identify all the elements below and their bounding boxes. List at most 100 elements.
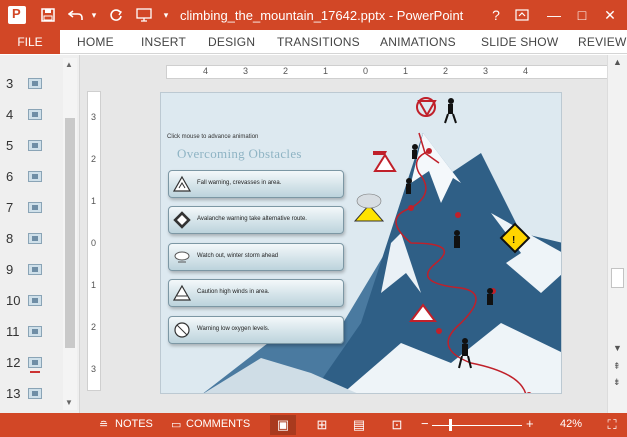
- obstacle-card-avalanche-warning[interactable]: Avalanche warning take alternative route…: [168, 206, 344, 234]
- zoom-slider[interactable]: [432, 425, 522, 426]
- help-button[interactable]: ?: [486, 5, 506, 25]
- next-slide-icon[interactable]: ⇟: [613, 377, 621, 388]
- slide-canvas[interactable]: ! Click mouse to advance animation Overc…: [160, 92, 562, 394]
- fit-slide-to-window-icon[interactable]: ⛶: [599, 415, 625, 435]
- slide-thumbnail[interactable]: 11: [0, 320, 62, 346]
- slide-preview-icon: [28, 140, 42, 151]
- status-bar: ≘ NOTES ▭ COMMENTS ▣ ⊞ ▤ ⊡ − + 42% ⛶: [0, 413, 627, 437]
- slide-thumbnail[interactable]: 9: [0, 258, 62, 284]
- slide-preview-icon: [28, 388, 42, 399]
- vertical-ruler: 3 2 1 0 1 2 3: [87, 91, 101, 391]
- slide-number: 11: [6, 324, 20, 339]
- tab-slide-show[interactable]: SLIDE SHOW: [481, 35, 558, 49]
- slide-preview-icon: [28, 264, 42, 275]
- ruler-label: 1: [91, 196, 97, 206]
- ruler-label: 2: [91, 322, 97, 332]
- slide-thumbnail[interactable]: 3: [0, 72, 62, 98]
- slide-thumbnail[interactable]: 12: [0, 351, 62, 377]
- comments-button[interactable]: COMMENTS: [186, 418, 250, 430]
- undo-icon[interactable]: [66, 5, 86, 25]
- thumbnail-scroll-thumb[interactable]: [65, 118, 75, 348]
- fall-warning-icon: [173, 175, 191, 192]
- comments-icon[interactable]: ▭: [171, 418, 181, 431]
- slide-thumbnail[interactable]: 7: [0, 196, 62, 222]
- tab-review[interactable]: REVIEW: [578, 35, 627, 49]
- obstacle-card-winter-storm[interactable]: Watch out, winter storm ahead: [168, 243, 344, 271]
- zoom-in-button[interactable]: +: [526, 416, 534, 431]
- horizontal-ruler: 4 3 2 1 0 1 2 3 4: [166, 65, 626, 79]
- tab-animations[interactable]: ANIMATIONS: [380, 35, 456, 49]
- slide-preview-icon: [28, 233, 42, 244]
- zoom-slider-thumb[interactable]: [449, 419, 452, 431]
- window-title: climbing_the_mountain_17642.pptx - Power…: [180, 8, 464, 23]
- close-button[interactable]: ✕: [600, 5, 620, 25]
- tab-home[interactable]: HOME: [77, 35, 114, 49]
- ruler-label: 0: [91, 238, 97, 248]
- slide-preview-icon: [28, 326, 42, 337]
- slide-number: 10: [6, 293, 21, 308]
- editor-scroll-thumb[interactable]: [611, 268, 624, 288]
- presentation-from-start-icon[interactable]: [134, 5, 154, 25]
- zoom-out-button[interactable]: −: [421, 416, 429, 431]
- obstacle-label: Warning low oxygen levels.: [197, 326, 270, 332]
- slide-hint: Click mouse to advance animation: [167, 134, 259, 140]
- obstacle-card-high-winds[interactable]: Caution high winds in area.: [168, 279, 344, 307]
- slide-preview-icon: [28, 109, 42, 120]
- save-icon[interactable]: [38, 5, 58, 25]
- scroll-up-icon[interactable]: ▲: [65, 60, 73, 69]
- slide-sorter-view-button[interactable]: ⊞: [309, 415, 335, 435]
- normal-view-button[interactable]: ▣: [270, 415, 296, 435]
- slide-number: 6: [6, 169, 14, 184]
- ruler-label: 3: [243, 66, 249, 76]
- tab-transitions[interactable]: TRANSITIONS: [277, 35, 360, 49]
- notes-icon[interactable]: ≘: [99, 418, 108, 431]
- slide-number: 5: [6, 138, 14, 153]
- slide-editor: 4 3 2 1 0 1 2 3 4 3 2 1 0 1 2 3 ! Click …: [81, 55, 626, 413]
- undo-dropdown-icon[interactable]: ▾: [84, 5, 104, 25]
- tab-insert[interactable]: INSERT: [141, 35, 186, 49]
- slide-thumbnail[interactable]: 6: [0, 165, 62, 191]
- thumbnail-scrollbar[interactable]: ▲ ▼: [63, 58, 77, 410]
- slide-number: 7: [6, 200, 14, 215]
- slide-thumbnail[interactable]: 10: [0, 289, 62, 315]
- ruler-label: 1: [323, 66, 329, 76]
- notes-button[interactable]: NOTES: [115, 418, 153, 430]
- ribbon-display-options-icon[interactable]: [512, 5, 532, 25]
- editor-scrollbar[interactable]: ▲ ▼ ⇞ ⇟: [607, 55, 627, 413]
- minimize-button[interactable]: —: [544, 5, 564, 25]
- title-bar: ▾ ▾ climbing_the_mountain_17642.pptx - P…: [0, 0, 627, 30]
- work-area: 3 4 5 6 7 8 9 10 11 12 13 ▲ ▼ 4 3 2 1 0: [0, 55, 627, 413]
- slide-number: 8: [6, 231, 14, 246]
- oxygen-warning-icon: [174, 322, 190, 338]
- maximize-button[interactable]: □: [572, 5, 592, 25]
- ruler-label: 2: [91, 154, 97, 164]
- slide-thumbnail[interactable]: 5: [0, 134, 62, 160]
- redo-icon[interactable]: [106, 5, 126, 25]
- ruler-label: 2: [443, 66, 449, 76]
- scroll-up-icon[interactable]: ▲: [613, 57, 622, 67]
- zoom-level[interactable]: 42%: [560, 418, 582, 430]
- tab-design[interactable]: DESIGN: [208, 35, 255, 49]
- slide-thumbnail[interactable]: 4: [0, 103, 62, 129]
- customize-toolbar-icon[interactable]: ▾: [156, 5, 176, 25]
- obstacle-card-low-oxygen[interactable]: Warning low oxygen levels.: [168, 316, 344, 344]
- obstacle-card-fall-warning[interactable]: Fall warning, crevasses in area.: [168, 170, 344, 198]
- storm-cloud-icon: [174, 251, 190, 263]
- slide-show-view-button[interactable]: ⊡: [384, 415, 410, 435]
- slide-thumbnail[interactable]: 13: [0, 382, 62, 408]
- reading-view-button[interactable]: ▤: [346, 415, 372, 435]
- slide-preview-icon: [28, 202, 42, 213]
- ruler-label: 3: [483, 66, 489, 76]
- slide-preview-icon: [28, 78, 42, 89]
- slide-thumbnail[interactable]: 8: [0, 227, 62, 253]
- ruler-label: 4: [523, 66, 529, 76]
- tab-file[interactable]: FILE: [0, 30, 60, 54]
- scroll-down-icon[interactable]: ▼: [65, 398, 73, 407]
- ruler-label: 1: [91, 280, 97, 290]
- obstacle-label: Avalanche warning take alternative route…: [197, 216, 307, 222]
- animation-marker-icon: [30, 371, 40, 373]
- scroll-down-icon[interactable]: ▼: [613, 343, 622, 353]
- slide-preview-icon: [28, 295, 42, 306]
- previous-slide-icon[interactable]: ⇞: [613, 361, 621, 372]
- ruler-label: 4: [203, 66, 209, 76]
